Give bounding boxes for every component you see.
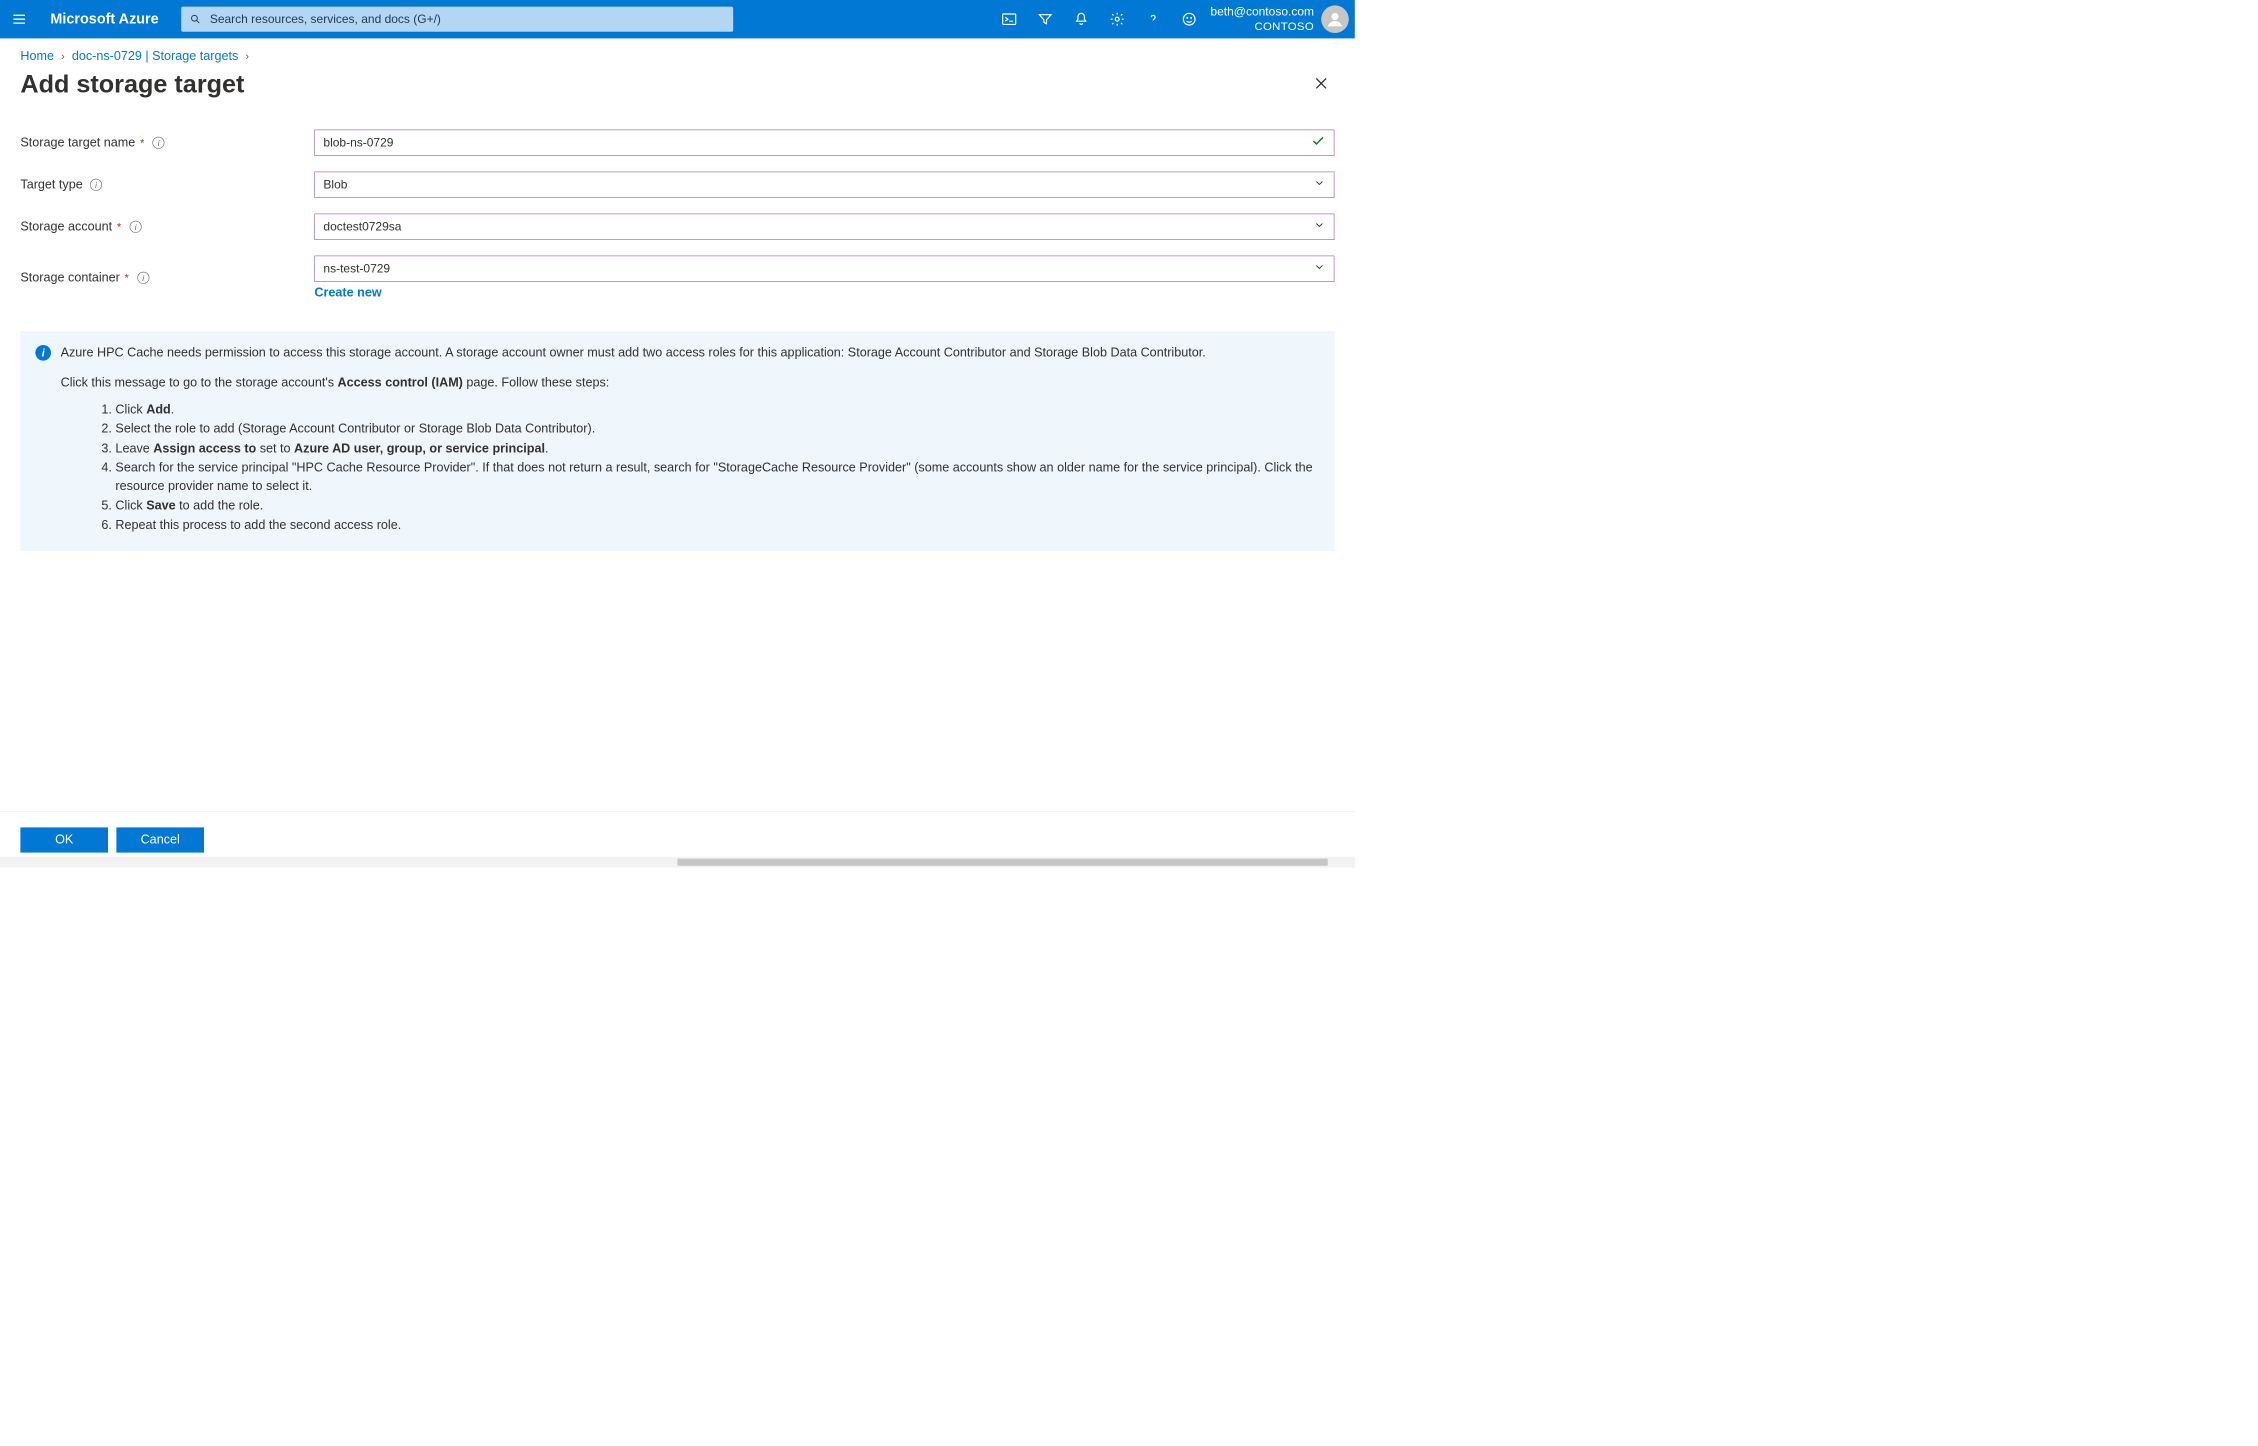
validation-check-icon [1311, 134, 1325, 152]
chevron-right-icon: › [242, 50, 253, 62]
cloud-shell-button[interactable] [999, 9, 1019, 29]
bell-icon [1074, 11, 1090, 27]
topbar-icon-group [988, 9, 1210, 29]
settings-button[interactable] [1107, 9, 1127, 29]
create-new-container-link[interactable]: Create new [314, 286, 381, 300]
row-storage-account: Storage account * i doctest0729sa [20, 214, 1334, 240]
help-button[interactable] [1143, 9, 1163, 29]
page-title-bar: Add storage target [0, 66, 1355, 106]
target-type-value: Blob [323, 178, 347, 192]
account-avatar[interactable] [1321, 5, 1349, 33]
storage-target-name-value: blob-ns-0729 [323, 136, 393, 150]
infobox-step: Select the role to add (Storage Account … [115, 420, 1319, 438]
storage-account-select[interactable]: doctest0729sa [314, 214, 1334, 240]
label-storage-account: Storage account [20, 220, 112, 234]
row-storage-target-name: Storage target name * i blob-ns-0729 [20, 130, 1334, 156]
storage-account-value: doctest0729sa [323, 220, 401, 234]
infobox-click-message: Click this message to go to the storage … [61, 374, 1320, 392]
gear-icon [1110, 11, 1126, 27]
help-icon [1146, 11, 1162, 27]
breadcrumb: Home › doc-ns-0729 | Storage targets › [0, 38, 1355, 66]
directory-filter-button[interactable] [1035, 9, 1055, 29]
permission-info-box[interactable]: i Azure HPC Cache needs permission to ac… [20, 331, 1334, 551]
required-indicator: * [140, 137, 144, 150]
close-icon [1313, 75, 1330, 92]
page-title: Add storage target [20, 70, 244, 99]
avatar-icon [1324, 8, 1346, 30]
storage-container-select[interactable]: ns-test-0729 [314, 256, 1334, 282]
breadcrumb-resource[interactable]: doc-ns-0729 | Storage targets [72, 49, 238, 63]
label-storage-container: Storage container [20, 271, 119, 285]
label-target-type: Target type [20, 178, 82, 192]
required-indicator: * [125, 272, 129, 285]
storage-target-name-input[interactable]: blob-ns-0729 [314, 130, 1334, 156]
brand-title[interactable]: Microsoft Azure [38, 11, 175, 28]
close-panel-button[interactable] [1308, 70, 1334, 98]
info-icon[interactable]: i [153, 137, 165, 149]
chevron-down-icon [1313, 261, 1325, 277]
chevron-down-icon [1313, 177, 1325, 193]
account-info[interactable]: beth@contoso.com CONTOSO [1210, 5, 1321, 34]
storage-container-value: ns-test-0729 [323, 262, 390, 276]
info-icon[interactable]: i [90, 179, 102, 191]
infobox-step: Search for the service principal "HPC Ca… [115, 459, 1319, 496]
top-navigation-bar: Microsoft Azure beth@contoso.com CONTOSO [0, 0, 1355, 38]
info-icon[interactable]: i [130, 221, 142, 233]
cancel-button[interactable]: Cancel [116, 827, 204, 852]
hamburger-icon [11, 11, 27, 27]
notifications-button[interactable] [1071, 9, 1091, 29]
account-tenant: CONTOSO [1210, 20, 1314, 34]
hamburger-menu-button[interactable] [0, 0, 38, 38]
breadcrumb-home[interactable]: Home [20, 49, 54, 63]
footer-bar: OK Cancel [0, 811, 1355, 867]
required-indicator: * [117, 221, 121, 234]
infobox-intro: Azure HPC Cache needs permission to acce… [61, 344, 1320, 362]
horizontal-scrollbar[interactable] [0, 857, 1355, 868]
scrollbar-thumb[interactable] [677, 859, 1327, 866]
infobox-step: Click Save to add the role. [115, 497, 1319, 515]
global-search[interactable] [181, 7, 733, 32]
infobox-steps: Click Add. Select the role to add (Stora… [98, 401, 1320, 535]
feedback-icon [1182, 11, 1198, 27]
info-circle-icon: i [35, 345, 51, 361]
infobox-step: Leave Assign access to set to Azure AD u… [115, 440, 1319, 458]
info-icon[interactable]: i [137, 272, 149, 284]
target-type-select[interactable]: Blob [314, 172, 1334, 198]
search-icon [190, 13, 202, 25]
infobox-step: Repeat this process to add the second ac… [115, 516, 1319, 534]
ok-button[interactable]: OK [20, 827, 108, 852]
account-email: beth@contoso.com [1210, 5, 1314, 20]
form: Storage target name * i blob-ns-0729 Tar… [0, 106, 1355, 308]
infobox-step: Click Add. [115, 401, 1319, 419]
chevron-right-icon: › [58, 50, 69, 62]
search-input[interactable] [210, 12, 725, 26]
filter-icon [1038, 11, 1054, 27]
chevron-down-icon [1313, 219, 1325, 235]
cloud-shell-icon [1002, 11, 1018, 27]
row-storage-container: Storage container * i ns-test-0729 Creat… [20, 256, 1334, 300]
feedback-button[interactable] [1179, 9, 1199, 29]
row-target-type: Target type i Blob [20, 172, 1334, 198]
label-storage-target-name: Storage target name [20, 136, 135, 150]
